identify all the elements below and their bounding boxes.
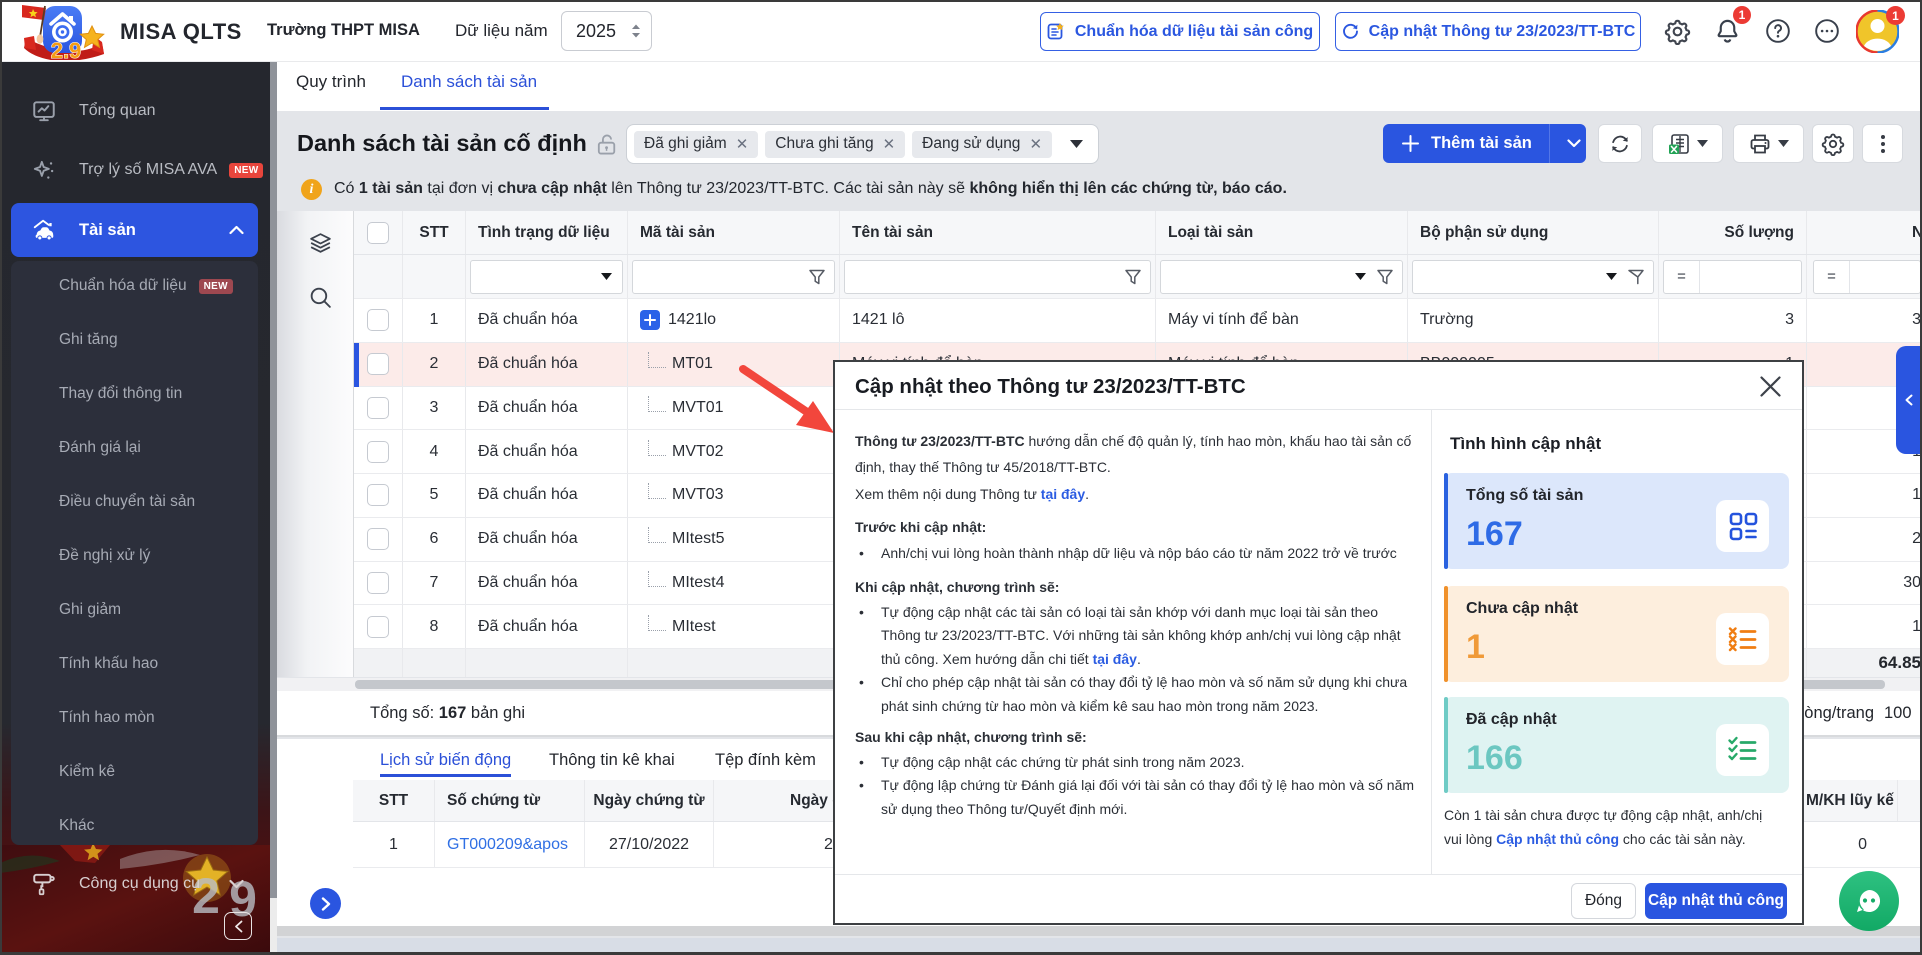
svg-text:2.9: 2.9 [51,38,82,60]
